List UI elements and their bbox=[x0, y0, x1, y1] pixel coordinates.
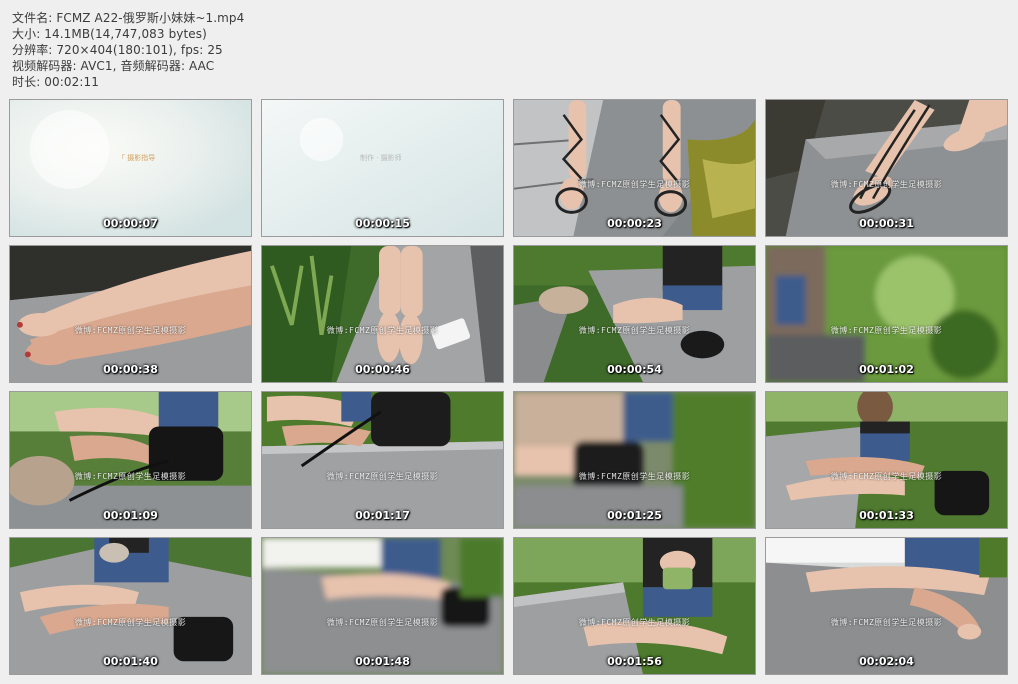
thumbnail-timestamp: 00:00:38 bbox=[103, 363, 158, 376]
video-thumbnail: 微博:FCMZ原创学生足模摄影 00:01:17 bbox=[261, 391, 504, 529]
video-thumbnail: 微博:FCMZ原创学生足模摄影 00:01:02 bbox=[765, 245, 1008, 383]
codec-info: 视频解码器: AVC1, 音频解码器: AAC bbox=[12, 59, 215, 73]
video-thumbnail: 微博:FCMZ原创学生足模摄影 00:00:38 bbox=[9, 245, 252, 383]
thumbnail-grid: 「 摄影指导 00:00:07 制作 · 摄影师 00:00:15 微博:FCMZ原… bbox=[9, 99, 1009, 675]
watermark-text: 微博:FCMZ原创学生足模摄影 bbox=[74, 325, 187, 335]
thumbnail-timestamp: 00:00:07 bbox=[103, 217, 158, 230]
video-thumbnail: 微博:FCMZ原创学生足模摄影 00:00:46 bbox=[261, 245, 504, 383]
video-thumbnail: 微博:FCMZ原创学生足模摄影 00:00:23 bbox=[513, 99, 756, 237]
thumbnail-timestamp: 00:01:56 bbox=[607, 655, 662, 668]
thumbnail-timestamp: 00:01:40 bbox=[103, 655, 158, 668]
thumbnail-frame-image bbox=[514, 246, 755, 382]
video-thumbnail: 微博:FCMZ原创学生足模摄影 00:02:04 bbox=[765, 537, 1008, 675]
watermark-text: 微博:FCMZ原创学生足模摄影 bbox=[830, 325, 943, 335]
video-thumbnail: 微博:FCMZ原创学生足模摄影 00:00:31 bbox=[765, 99, 1008, 237]
video-thumbnail: 「 摄影指导 00:00:07 bbox=[9, 99, 252, 237]
video-thumbnail: 微博:FCMZ原创学生足模摄影 00:01:25 bbox=[513, 391, 756, 529]
intro-caption: 「 摄影指导 bbox=[118, 154, 156, 162]
file-name: 文件名: FCMZ A22-俄罗斯小妹妹~1.mp4 bbox=[12, 11, 245, 25]
thumbnail-timestamp: 00:00:23 bbox=[607, 217, 662, 230]
thumbnail-frame-image bbox=[10, 100, 251, 236]
thumbnail-frame-image bbox=[10, 246, 251, 382]
thumbnail-timestamp: 00:00:31 bbox=[859, 217, 914, 230]
thumbnail-timestamp: 00:01:09 bbox=[103, 509, 158, 522]
video-thumbnail: 微博:FCMZ原创学生足模摄影 00:01:56 bbox=[513, 537, 756, 675]
video-thumbnail: 微博:FCMZ原创学生足模摄影 00:01:33 bbox=[765, 391, 1008, 529]
video-thumbnail: 微博:FCMZ原创学生足模摄影 00:01:40 bbox=[9, 537, 252, 675]
thumbnail-frame-image bbox=[514, 392, 755, 528]
watermark-text: 微博:FCMZ原创学生足模摄影 bbox=[74, 617, 187, 627]
video-duration: 时长: 00:02:11 bbox=[12, 75, 99, 89]
thumbnail-timestamp: 00:02:04 bbox=[859, 655, 914, 668]
watermark-text: 微博:FCMZ原创学生足模摄影 bbox=[326, 325, 439, 335]
thumbnail-frame-image bbox=[262, 100, 503, 236]
intro-caption: 制作 · 摄影师 bbox=[360, 154, 402, 162]
video-thumbnail: 微博:FCMZ原创学生足模摄影 00:01:09 bbox=[9, 391, 252, 529]
thumbnail-timestamp: 00:01:17 bbox=[355, 509, 410, 522]
thumbnail-frame-image bbox=[766, 100, 1007, 236]
video-thumbnail: 微博:FCMZ原创学生足模摄影 00:00:54 bbox=[513, 245, 756, 383]
watermark-text: 微博:FCMZ原创学生足模摄影 bbox=[326, 617, 439, 627]
thumbnail-frame-image bbox=[10, 538, 251, 674]
video-resolution: 分辨率: 720×404(180:101), fps: 25 bbox=[12, 43, 223, 57]
video-thumbnail: 微博:FCMZ原创学生足模摄影 00:01:48 bbox=[261, 537, 504, 675]
thumbnail-timestamp: 00:01:02 bbox=[859, 363, 914, 376]
watermark-text: 微博:FCMZ原创学生足模摄影 bbox=[578, 617, 691, 627]
thumbnail-timestamp: 00:00:46 bbox=[355, 363, 410, 376]
thumbnail-frame-image bbox=[10, 392, 251, 528]
thumbnail-frame-image bbox=[766, 392, 1007, 528]
thumbnail-timestamp: 00:00:54 bbox=[607, 363, 662, 376]
thumbnail-timestamp: 00:01:25 bbox=[607, 509, 662, 522]
thumbnail-timestamp: 00:01:33 bbox=[859, 509, 914, 522]
file-size: 大小: 14.1MB(14,747,083 bytes) bbox=[12, 27, 207, 41]
watermark-text: 微博:FCMZ原创学生足模摄影 bbox=[74, 471, 187, 481]
watermark-text: 微博:FCMZ原创学生足模摄影 bbox=[830, 617, 943, 627]
thumbnail-frame-image bbox=[262, 246, 503, 382]
watermark-text: 微博:FCMZ原创学生足模摄影 bbox=[578, 179, 691, 189]
thumbnail-frame-image bbox=[514, 100, 755, 236]
thumbnail-timestamp: 00:00:15 bbox=[355, 217, 410, 230]
watermark-text: 微博:FCMZ原创学生足模摄影 bbox=[326, 471, 439, 481]
thumbnail-frame-image bbox=[514, 538, 755, 674]
thumbnail-frame-image bbox=[262, 392, 503, 528]
thumbnail-frame-image bbox=[262, 538, 503, 674]
watermark-text: 微博:FCMZ原创学生足模摄影 bbox=[578, 325, 691, 335]
thumbnail-frame-image bbox=[766, 538, 1007, 674]
video-thumbnail: 制作 · 摄影师 00:00:15 bbox=[261, 99, 504, 237]
watermark-text: 微博:FCMZ原创学生足模摄影 bbox=[830, 471, 943, 481]
thumbnail-frame-image bbox=[766, 246, 1007, 382]
watermark-text: 微博:FCMZ原创学生足模摄影 bbox=[830, 179, 943, 189]
watermark-text: 微博:FCMZ原创学生足模摄影 bbox=[578, 471, 691, 481]
thumbnail-timestamp: 00:01:48 bbox=[355, 655, 410, 668]
file-info-header: 文件名: FCMZ A22-俄罗斯小妹妹~1.mp4 大小: 14.1MB(14… bbox=[12, 10, 912, 90]
